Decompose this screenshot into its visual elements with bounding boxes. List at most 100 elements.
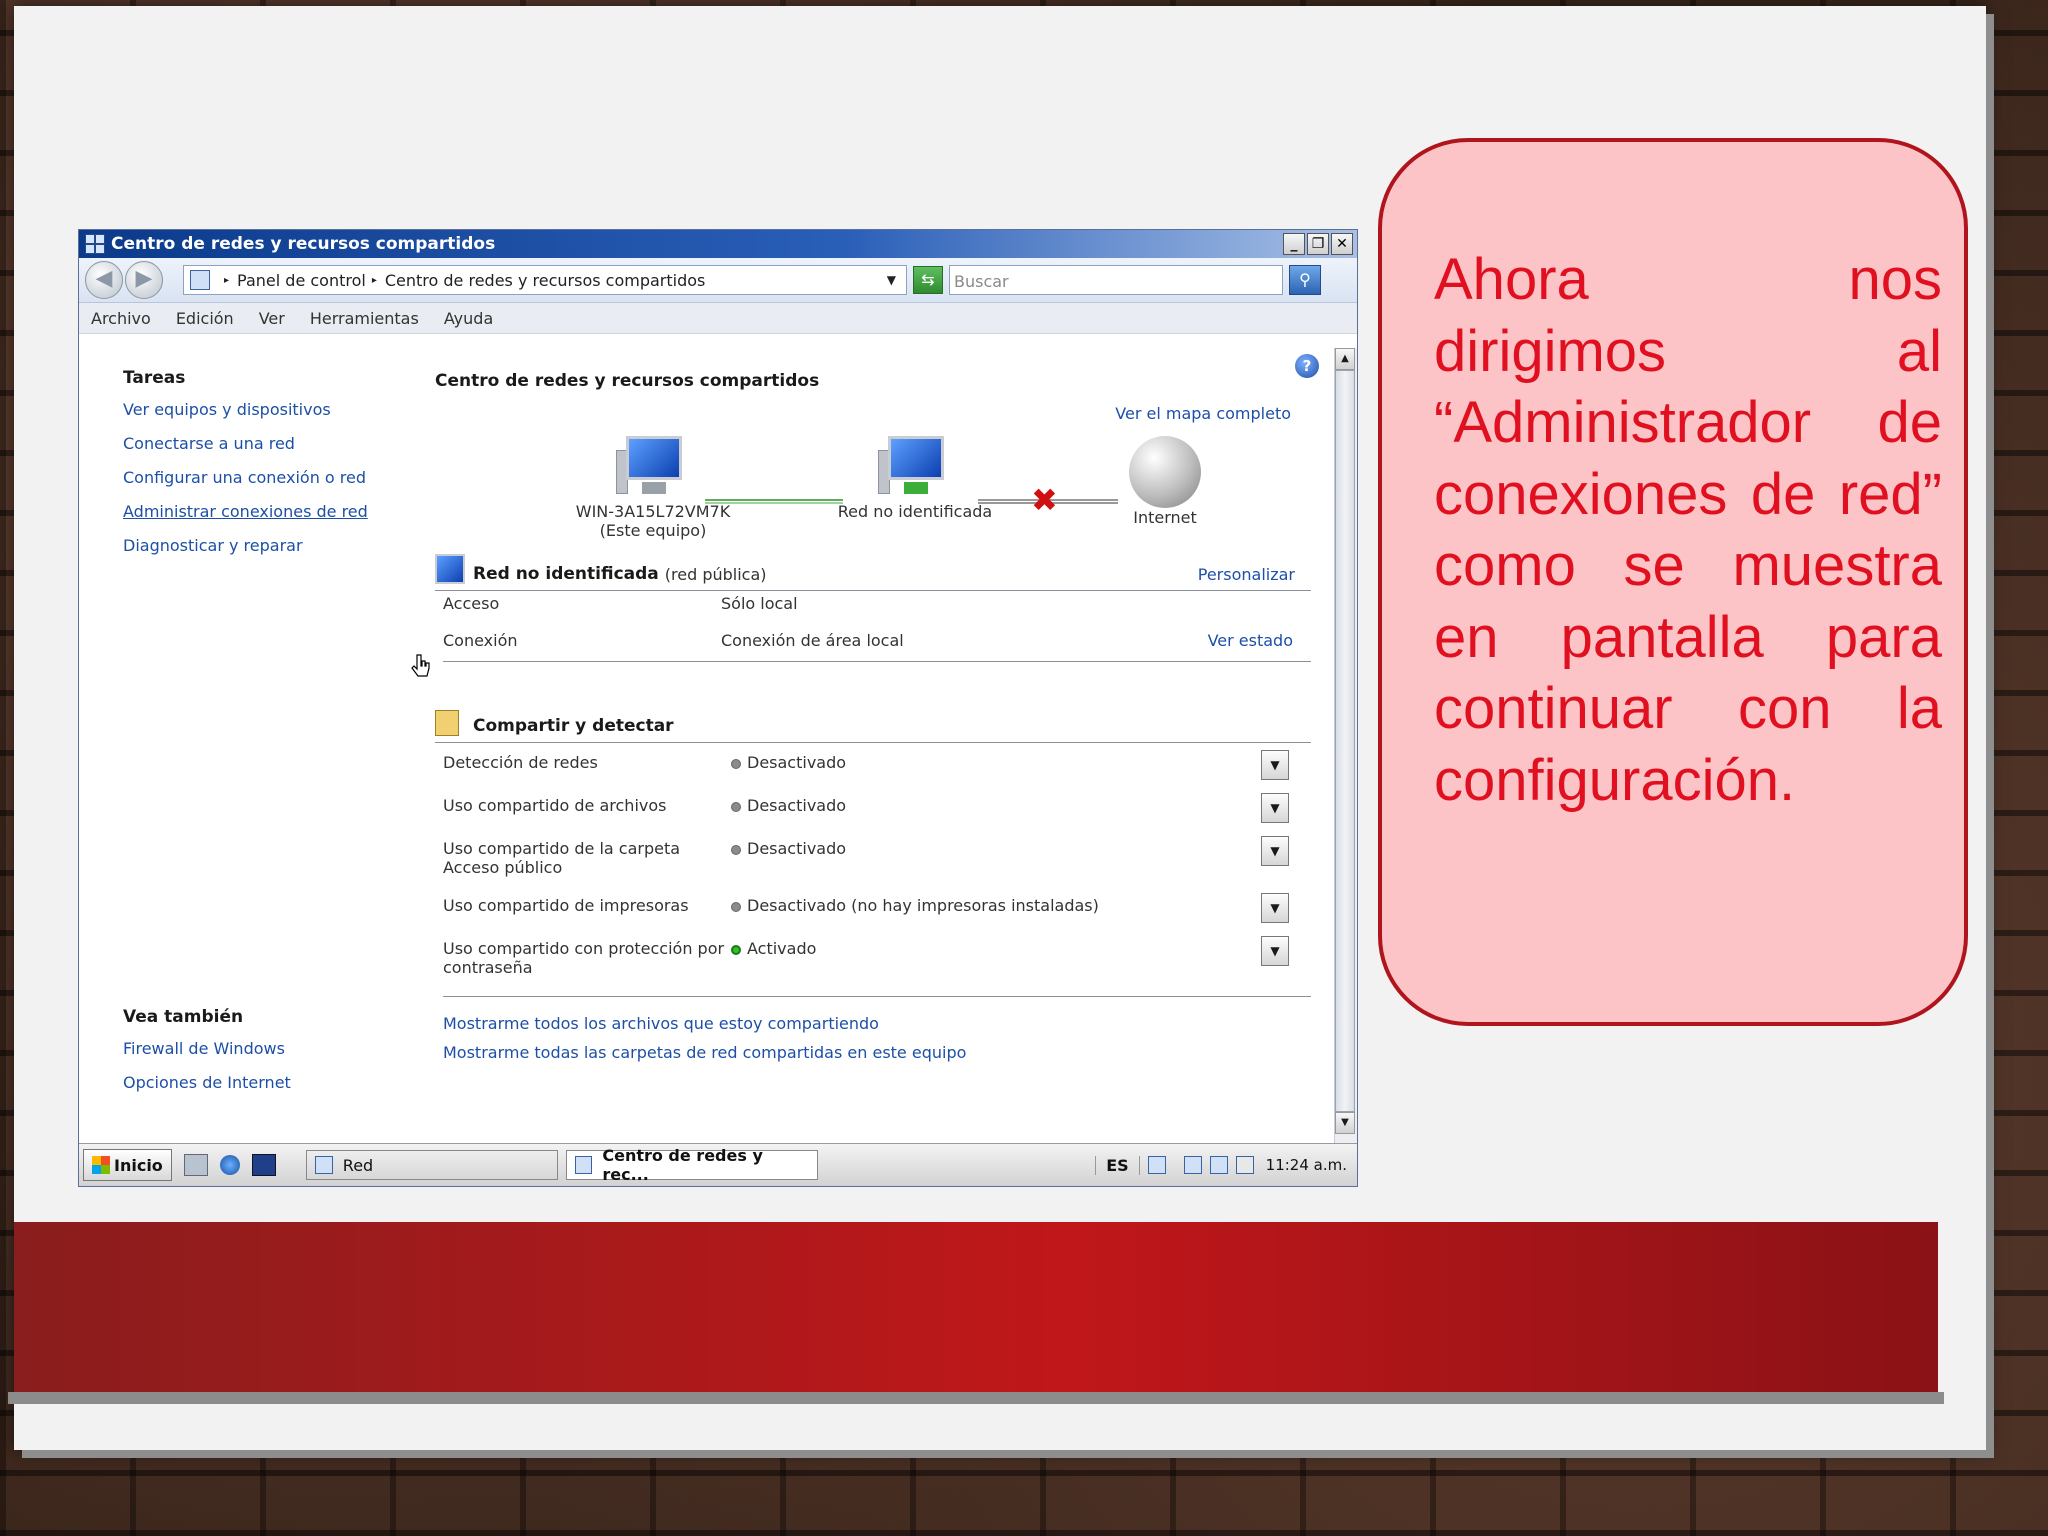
task-pane: Tareas Ver equipos y dispositivos Conect… <box>123 348 403 1107</box>
menu-edicion[interactable]: Edición <box>176 309 234 328</box>
connection-row: Conexión Conexión de área local Ver esta… <box>443 631 1311 650</box>
network-name: Red no identificada <box>837 502 993 521</box>
menu-bar: Archivo Edición Ver Herramientas Ayuda <box>79 303 1357 334</box>
search-input[interactable]: Buscar <box>949 265 1283 295</box>
command-prompt-icon[interactable] <box>251 1154 276 1176</box>
computer-sub: (Este equipo) <box>599 521 707 540</box>
address-row: ◀ ▶ ▸ Panel de control ▸ Centro de redes… <box>79 258 1357 303</box>
row-label: Uso compartido de impresoras <box>443 896 689 915</box>
title-bar[interactable]: Centro de redes y recursos compartidos _… <box>79 230 1357 258</box>
sharing-heading: Compartir y detectar <box>473 716 674 736</box>
language-indicator[interactable]: ES <box>1095 1155 1140 1175</box>
clock[interactable]: 11:24 a.m. <box>1266 1156 1347 1174</box>
menu-ayuda[interactable]: Ayuda <box>444 309 493 328</box>
network-section-header: Red no identificada (red pública) Person… <box>435 554 1311 591</box>
content-area: Tareas Ver equipos y dispositivos Conect… <box>79 348 1333 1144</box>
map-internet[interactable]: Internet <box>1095 436 1235 527</box>
chevron-right-icon[interactable]: ▸ <box>372 275 377 286</box>
row-label: Detección de redes <box>443 753 598 772</box>
sharing-row: Uso compartido con protección por contra… <box>443 939 1311 977</box>
scroll-up-icon[interactable]: ▲ <box>1335 348 1355 370</box>
start-label: Inicio <box>114 1155 163 1175</box>
show-shared-folders-link[interactable]: Mostrarme todas las carpetas de red comp… <box>443 1043 966 1062</box>
menu-herramientas[interactable]: Herramientas <box>310 309 419 328</box>
expand-password-sharing-button[interactable]: ▼ <box>1261 936 1289 966</box>
link-internet-options[interactable]: Opciones de Internet <box>123 1073 403 1092</box>
tray-clipboard-icon[interactable] <box>1183 1156 1202 1174</box>
network-icon <box>85 234 105 254</box>
task-diagnose-repair[interactable]: Diagnosticar y reparar <box>123 536 403 555</box>
address-bar[interactable]: ▸ Panel de control ▸ Centro de redes y r… <box>183 265 907 295</box>
computer-icon <box>616 436 690 498</box>
breadcrumb-control-panel[interactable]: Panel de control <box>237 271 366 290</box>
row-value: Desactivado <box>747 796 847 815</box>
computer-name: WIN-3A15L72VM7K <box>575 502 731 521</box>
back-button[interactable]: ◀ <box>85 261 123 299</box>
sharing-row: Uso compartido de archivos Desactivado <box>443 796 1311 815</box>
breadcrumb-network-center[interactable]: Centro de redes y recursos compartidos <box>385 271 706 290</box>
volume-muted-icon[interactable] <box>1235 1156 1254 1174</box>
status-dot-icon <box>731 902 741 912</box>
status-dot-icon <box>731 945 741 955</box>
taskbar-item-network-center[interactable]: Centro de redes y rec... <box>565 1146 818 1184</box>
sharing-row: Detección de redes Desactivado <box>443 753 1311 772</box>
close-icon: ✖ <box>1031 481 1058 519</box>
link-windows-firewall[interactable]: Firewall de Windows <box>123 1039 403 1058</box>
restore-button[interactable]: ❐ <box>1307 233 1329 255</box>
show-shared-files-link[interactable]: Mostrarme todos los archivos que estoy c… <box>443 1014 879 1033</box>
row-label: Acceso público <box>443 858 563 877</box>
map-computer[interactable]: WIN-3A15L72VM7K (Este equipo) <box>553 436 753 540</box>
band-shadow <box>8 1392 1944 1404</box>
task-view-computers[interactable]: Ver equipos y dispositivos <box>123 400 403 419</box>
row-label: Uso compartido de la carpeta <box>443 839 681 858</box>
menu-archivo[interactable]: Archivo <box>91 309 151 328</box>
row-label: Acceso <box>443 594 500 613</box>
network-icon <box>878 436 952 498</box>
tray-network-icon[interactable] <box>1209 1156 1228 1174</box>
customize-link[interactable]: Personalizar <box>1198 565 1295 584</box>
row-value: Desactivado <box>747 753 847 772</box>
minimize-button[interactable]: _ <box>1283 233 1305 255</box>
task-manage-connections[interactable]: Administrar conexiones de red <box>123 502 403 521</box>
server-manager-icon[interactable] <box>183 1154 208 1176</box>
scroll-thumb[interactable] <box>1335 370 1355 1112</box>
network-name-heading: Red no identificada <box>473 564 659 584</box>
vertical-scrollbar[interactable]: ▲ ▼ <box>1334 348 1357 1144</box>
help-icon[interactable]: ? <box>1295 354 1319 378</box>
expand-network-discovery-button[interactable]: ▼ <box>1261 750 1289 780</box>
task-setup-connection[interactable]: Configurar una conexión o red <box>123 468 403 487</box>
row-value: Activado <box>747 939 817 958</box>
access-row: Acceso Sólo local <box>443 594 1311 613</box>
expand-printer-sharing-button[interactable]: ▼ <box>1261 893 1289 923</box>
sharing-row: Uso compartido de impresoras Desactivado… <box>443 896 1311 915</box>
expand-public-folder-button[interactable]: ▼ <box>1261 836 1289 866</box>
forward-button[interactable]: ▶ <box>125 261 163 299</box>
system-tray: ES 11:24 a.m. <box>1095 1150 1357 1180</box>
windows-logo-icon <box>92 1156 110 1174</box>
tasks-heading: Tareas <box>123 368 186 388</box>
status-dot-icon <box>731 759 741 769</box>
taskbar-item-red[interactable]: Red <box>305 1150 558 1180</box>
network-icon <box>435 554 465 584</box>
chevron-right-icon[interactable]: ▸ <box>224 275 229 286</box>
expand-file-sharing-button[interactable]: ▼ <box>1261 793 1289 823</box>
refresh-button[interactable]: ⇆ <box>913 266 943 294</box>
tray-app-icon[interactable] <box>1147 1156 1166 1174</box>
menu-ver[interactable]: Ver <box>259 309 285 328</box>
view-full-map-link[interactable]: Ver el mapa completo <box>1115 404 1291 423</box>
internet-explorer-icon[interactable] <box>219 1155 240 1175</box>
globe-icon <box>1129 436 1201 508</box>
scroll-down-icon[interactable]: ▼ <box>1335 1112 1355 1134</box>
row-label: Uso compartido con protección por <box>443 939 725 958</box>
divider <box>443 996 1311 997</box>
task-connect-network[interactable]: Conectarse a una red <box>123 434 403 453</box>
map-network[interactable]: Red no identificada <box>815 436 1015 521</box>
close-button[interactable]: ✕ <box>1331 233 1353 255</box>
start-button[interactable]: Inicio <box>83 1149 172 1181</box>
callout-box: Ahora nos dirigimos al “Administrador de… <box>1378 138 1968 1026</box>
chevron-down-icon[interactable]: ▼ <box>887 273 896 287</box>
view-status-link[interactable]: Ver estado <box>1208 631 1293 650</box>
sharing-row: Uso compartido de la carpeta Acceso públ… <box>443 839 1311 877</box>
hand-cursor-icon <box>411 654 430 677</box>
search-icon[interactable]: ⚲ <box>1289 265 1321 295</box>
